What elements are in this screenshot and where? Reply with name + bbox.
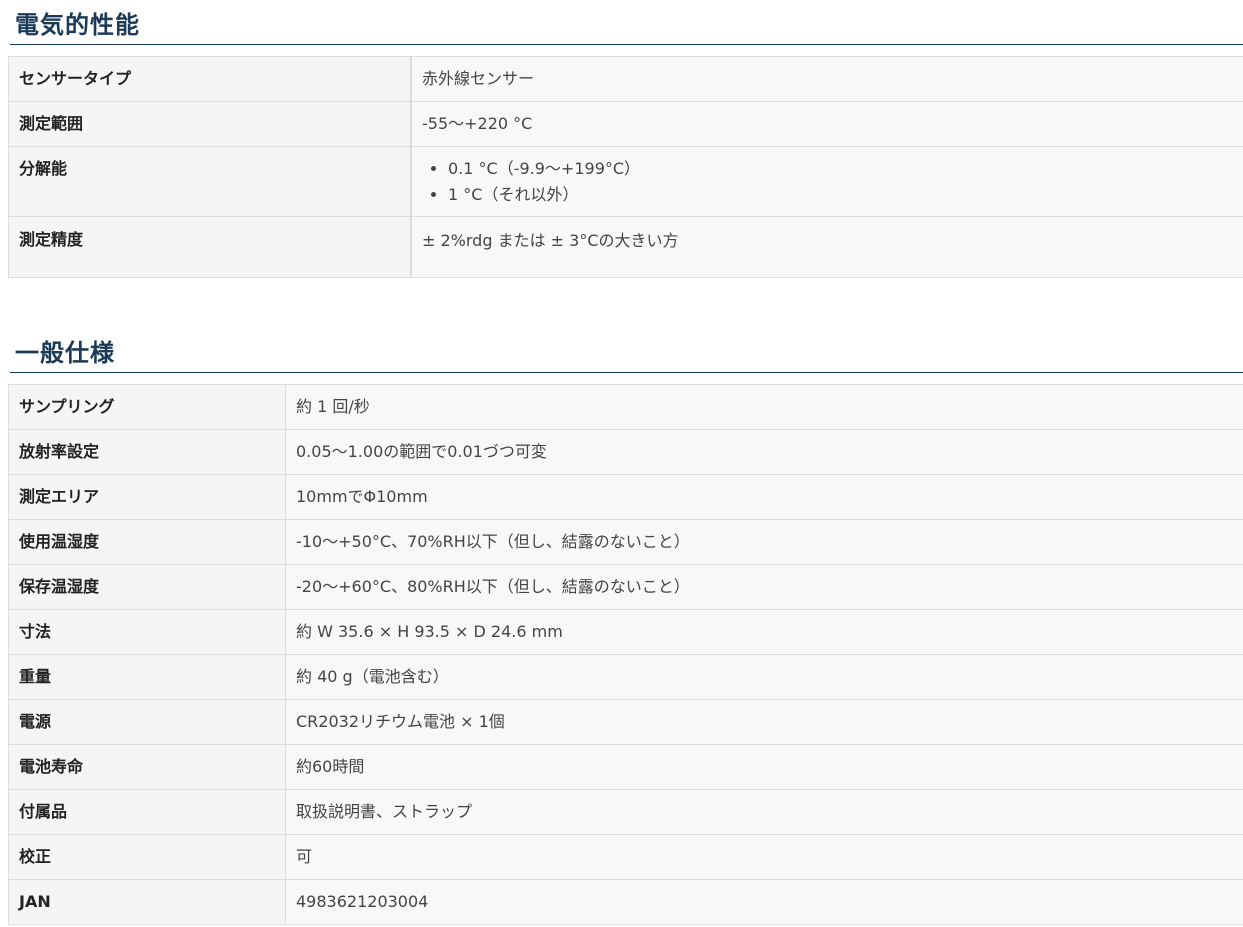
list-item: 1 °C（それ以外） bbox=[448, 182, 1233, 208]
row-value: 赤外線センサー bbox=[410, 56, 1243, 102]
row-value: 0.1 °C（-9.9～+199°C） 1 °C（それ以外） bbox=[410, 146, 1243, 217]
general-spec-table: サンプリング 約 1 回/秒 放射率設定 0.05～1.00の範囲で0.01づつ… bbox=[8, 384, 1243, 925]
row-label: 校正 bbox=[8, 834, 286, 880]
table-row: サンプリング 約 1 回/秒 bbox=[8, 384, 1243, 430]
table-row: 寸法 約 W 35.6 × H 93.5 × D 24.6 mm bbox=[8, 609, 1243, 655]
table-row: 電源 CR2032リチウム電池 × 1個 bbox=[8, 699, 1243, 745]
electrical-spec-table: センサータイプ 赤外線センサー 測定範囲 -55～+220 °C 分解能 0.1… bbox=[8, 56, 1243, 278]
row-value: -10～+50°C、70%RH以下（但し、結露のないこと） bbox=[285, 519, 1243, 565]
row-label: 使用温湿度 bbox=[8, 519, 286, 565]
row-value: ± 2%rdg または ± 3°Cの大きい方 bbox=[410, 216, 1243, 278]
row-label: センサータイプ bbox=[8, 56, 412, 102]
row-label: 電源 bbox=[8, 699, 286, 745]
table-row: JAN 4983621203004 bbox=[8, 879, 1243, 925]
row-label: 保存温湿度 bbox=[8, 564, 286, 610]
table-row: 重量 約 40 g（電池含む） bbox=[8, 654, 1243, 700]
row-value: 10mmでΦ10mm bbox=[285, 474, 1243, 520]
table-row: 保存温湿度 -20～+60°C、80%RH以下（但し、結露のないこと） bbox=[8, 564, 1243, 610]
row-value: -20～+60°C、80%RH以下（但し、結露のないこと） bbox=[285, 564, 1243, 610]
section-title-general: 一般仕様 bbox=[15, 339, 115, 367]
table-row: センサータイプ 赤外線センサー bbox=[8, 56, 1243, 102]
table-row: 測定精度 ± 2%rdg または ± 3°Cの大きい方 bbox=[8, 216, 1243, 278]
row-value: CR2032リチウム電池 × 1個 bbox=[285, 699, 1243, 745]
list-item: 0.1 °C（-9.9～+199°C） bbox=[448, 156, 1233, 182]
section-title-electrical: 電気的性能 bbox=[15, 11, 140, 39]
row-label: 電池寿命 bbox=[8, 744, 286, 790]
table-row: 測定範囲 -55～+220 °C bbox=[8, 101, 1243, 147]
row-label: サンプリング bbox=[8, 384, 286, 430]
row-value: 約60時間 bbox=[285, 744, 1243, 790]
row-value: 取扱説明書、ストラップ bbox=[285, 789, 1243, 835]
row-label: 寸法 bbox=[8, 609, 286, 655]
table-row: 使用温湿度 -10～+50°C、70%RH以下（但し、結露のないこと） bbox=[8, 519, 1243, 565]
row-value: 約 40 g（電池含む） bbox=[285, 654, 1243, 700]
row-label: JAN bbox=[8, 879, 286, 925]
resolution-list: 0.1 °C（-9.9～+199°C） 1 °C（それ以外） bbox=[422, 156, 1233, 208]
row-value: -55～+220 °C bbox=[410, 101, 1243, 147]
table-row: 電池寿命 約60時間 bbox=[8, 744, 1243, 790]
row-label: 付属品 bbox=[8, 789, 286, 835]
table-row: 校正 可 bbox=[8, 834, 1243, 880]
row-label: 測定精度 bbox=[8, 216, 412, 278]
row-value: 4983621203004 bbox=[285, 879, 1243, 925]
row-label: 測定エリア bbox=[8, 474, 286, 520]
table-row: 測定エリア 10mmでΦ10mm bbox=[8, 474, 1243, 520]
row-value: 約 W 35.6 × H 93.5 × D 24.6 mm bbox=[285, 609, 1243, 655]
row-value: 可 bbox=[285, 834, 1243, 880]
section-divider bbox=[10, 372, 1243, 373]
row-label: 放射率設定 bbox=[8, 429, 286, 475]
row-label: 分解能 bbox=[8, 146, 412, 217]
table-row: 放射率設定 0.05～1.00の範囲で0.01づつ可変 bbox=[8, 429, 1243, 475]
row-label: 重量 bbox=[8, 654, 286, 700]
section-divider bbox=[10, 44, 1243, 45]
row-label: 測定範囲 bbox=[8, 101, 412, 147]
table-row: 付属品 取扱説明書、ストラップ bbox=[8, 789, 1243, 835]
row-value: 約 1 回/秒 bbox=[285, 384, 1243, 430]
row-value: 0.05～1.00の範囲で0.01づつ可変 bbox=[285, 429, 1243, 475]
table-row: 分解能 0.1 °C（-9.9～+199°C） 1 °C（それ以外） bbox=[8, 146, 1243, 217]
